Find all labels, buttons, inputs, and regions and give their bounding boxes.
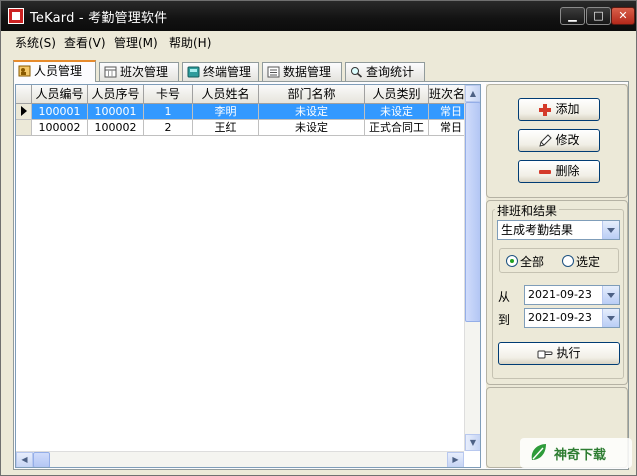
delete-button-label: 删除 [555, 164, 580, 178]
magnifier-icon [351, 67, 363, 78]
menu-view[interactable]: 查看(V) [64, 34, 106, 51]
radio-all-label[interactable]: 全部 [520, 253, 544, 270]
chevron-down-icon[interactable] [602, 286, 619, 304]
edit-button-label: 修改 [555, 133, 580, 147]
add-button-label: 添加 [555, 102, 580, 116]
horizontal-scrollbar[interactable]: ◀ ▶ [16, 451, 464, 467]
tab-label: 查询统计 [366, 65, 415, 79]
title-bar[interactable]: TeKard - 考勤管理软件 ▁ □ ✕ [1, 1, 636, 31]
scroll-down-button[interactable]: ▼ [465, 434, 480, 451]
table-cell: 1 [144, 104, 193, 120]
column-header[interactable]: 部门名称 [259, 85, 365, 104]
current-row-arrow-icon [20, 106, 27, 116]
to-label: 到 [498, 313, 511, 327]
column-header[interactable]: 人员类别 [365, 85, 429, 104]
column-header[interactable]: 班次名称 [429, 85, 465, 104]
window-title: TeKard - 考勤管理软件 [30, 11, 168, 26]
scroll-left-button[interactable]: ◀ [16, 452, 33, 467]
tab-shifts[interactable]: 班次管理 [99, 62, 179, 82]
schedule-panel: 排班和结果 生成考勤结果 全部 选定 从 2021-09-23 到 2021-0… [486, 200, 628, 385]
app-icon [8, 8, 24, 24]
tab-label: 人员管理 [34, 64, 83, 78]
watermark-text: 神奇下载 [554, 448, 607, 463]
execute-button[interactable]: 执行 [498, 342, 620, 365]
tab-terminals[interactable]: 终端管理 [182, 62, 259, 82]
tab-label: 终端管理 [203, 65, 252, 79]
to-date-picker[interactable]: 2021-09-23 [524, 308, 620, 328]
schedule-group-label: 排班和结果 [495, 202, 560, 219]
minimize-button[interactable]: ▁ [560, 7, 585, 25]
table-cell: 常日 [429, 104, 465, 120]
table-cell: 2 [144, 120, 193, 136]
table-cell: 常日 [429, 120, 465, 136]
table-cell: 未设定 [259, 104, 365, 120]
table-cell: 100002 [88, 120, 144, 136]
personnel-grid[interactable]: 人员编号 人员序号 卡号 人员姓名 部门名称 人员类别 班次名称 100001 … [15, 84, 481, 468]
table-cell: 100002 [32, 120, 88, 136]
maximize-button[interactable]: □ [586, 7, 611, 25]
horizontal-scroll-thumb[interactable] [33, 452, 50, 467]
row-indicator [16, 120, 32, 136]
execute-button-label: 执行 [556, 346, 581, 360]
mode-select-value: 生成考勤结果 [501, 223, 574, 237]
vertical-scroll-thumb[interactable] [465, 102, 480, 322]
table-cell: 100001 [32, 104, 88, 120]
from-label: 从 [498, 290, 511, 304]
edit-pencil-icon [539, 133, 553, 147]
radio-all[interactable] [506, 255, 518, 267]
main-window: TeKard - 考勤管理软件 ▁ □ ✕ 系统(S) 查看(V) 管理(M) … [0, 0, 637, 476]
table-cell: 100001 [88, 104, 144, 120]
tab-query[interactable]: 查询统计 [345, 62, 425, 82]
chevron-down-icon[interactable] [602, 309, 619, 327]
radio-selected-label[interactable]: 选定 [576, 253, 600, 270]
tab-label: 班次管理 [120, 65, 169, 79]
delete-button[interactable]: 删除 [518, 160, 600, 183]
row-indicator [16, 104, 32, 120]
menu-manage[interactable]: 管理(M) [114, 34, 158, 51]
close-button[interactable]: ✕ [611, 7, 635, 25]
watermark-logo: 神奇下载 [520, 438, 632, 468]
plus-icon [539, 103, 552, 116]
table-cell: 未设定 [365, 104, 429, 120]
menu-help[interactable]: 帮助(H) [169, 34, 211, 51]
minus-icon [539, 169, 552, 174]
from-date-value: 2021-09-23 [528, 288, 592, 301]
tab-data[interactable]: 数据管理 [262, 62, 342, 82]
chevron-down-icon[interactable] [602, 221, 619, 239]
table-cell: 正式合同工 [365, 120, 429, 136]
tab-personnel[interactable]: 人员管理 [13, 60, 96, 82]
menu-bar: 系统(S) 查看(V) 管理(M) 帮助(H) [1, 31, 636, 53]
record-actions-panel: 添加 修改 删除 [486, 84, 628, 198]
vertical-scrollbar[interactable]: ▲ ▼ [464, 85, 480, 451]
column-header[interactable]: 人员序号 [88, 85, 144, 104]
terminal-book-icon [187, 66, 200, 78]
side-panel: 添加 修改 删除 排班和结果 生成考勤结果 全部 选定 从 2021-09-23… [486, 84, 628, 468]
column-header[interactable]: 人员编号 [32, 85, 88, 104]
calendar-icon [104, 66, 117, 78]
table-cell: 未设定 [259, 120, 365, 136]
header-indicator [16, 85, 32, 104]
mode-select[interactable]: 生成考勤结果 [497, 220, 620, 240]
from-date-picker[interactable]: 2021-09-23 [524, 285, 620, 305]
edit-button[interactable]: 修改 [518, 129, 600, 152]
scroll-right-button[interactable]: ▶ [447, 452, 464, 467]
column-header[interactable]: 人员姓名 [193, 85, 259, 104]
table-cell: 李明 [193, 104, 259, 120]
add-button[interactable]: 添加 [518, 98, 600, 121]
menu-system[interactable]: 系统(S) [15, 34, 56, 51]
to-date-value: 2021-09-23 [528, 311, 592, 324]
table-cell: 王红 [193, 120, 259, 136]
data-list-icon [267, 66, 280, 78]
radio-selected[interactable] [562, 255, 574, 267]
scroll-up-button[interactable]: ▲ [465, 85, 480, 102]
pointing-hand-icon [537, 350, 553, 358]
person-card-icon [18, 65, 31, 77]
column-header[interactable]: 卡号 [144, 85, 193, 104]
tab-label: 数据管理 [283, 65, 332, 79]
